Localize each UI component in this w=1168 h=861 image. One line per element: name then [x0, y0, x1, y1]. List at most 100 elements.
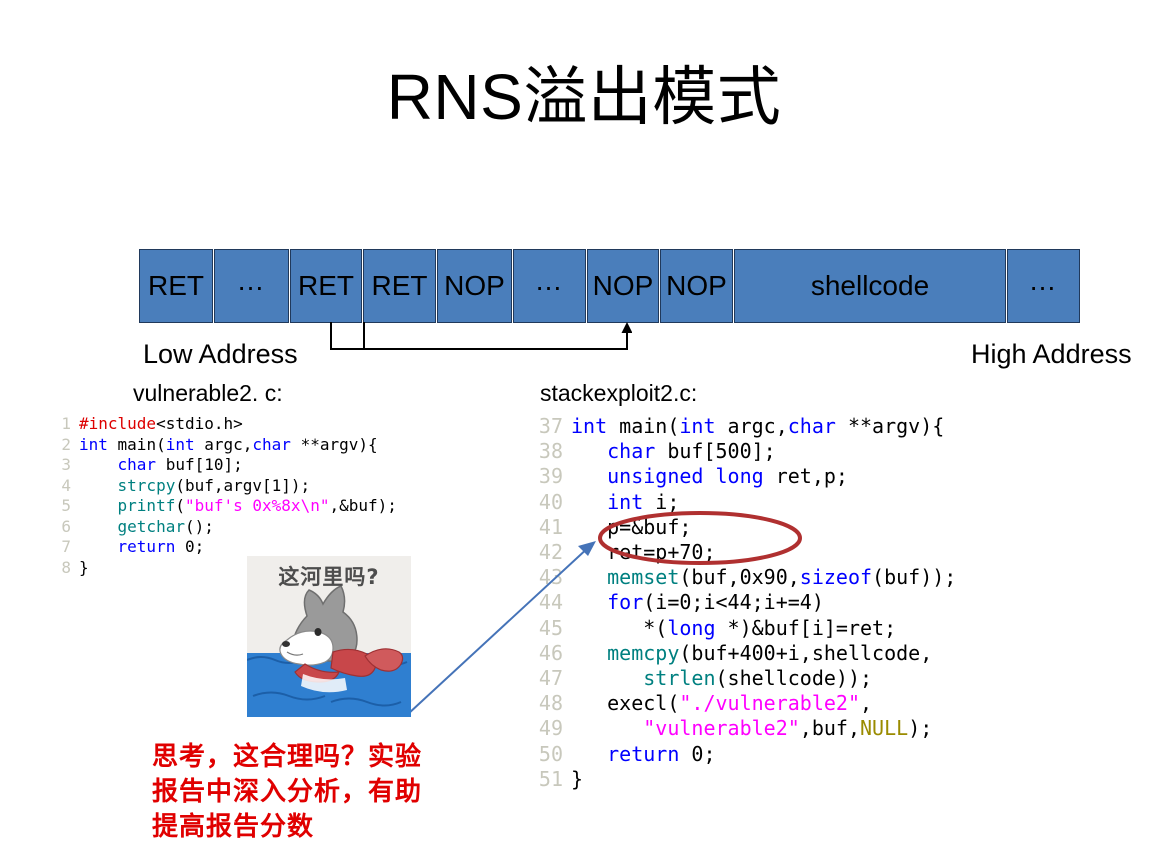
- red-annotation-line: 提高报告分数: [152, 812, 315, 842]
- code-token: sizeof: [799, 565, 873, 590]
- code-line: 3 char buf[10];: [57, 455, 397, 476]
- ret-to-nop-connector: [330, 322, 632, 350]
- code-line-number: 5: [61, 496, 71, 515]
- code-token: (buf+400+i,shellcode,: [679, 640, 933, 665]
- code-token: argc,: [194, 434, 253, 454]
- code-token: buf[10];: [156, 455, 243, 474]
- code-token: 0;: [175, 537, 205, 556]
- code-line-number: 7: [61, 537, 71, 556]
- code-token: "./vulnerable2": [679, 691, 860, 716]
- memory-cell-5: …: [513, 249, 586, 323]
- code-line-number: 3: [61, 455, 71, 474]
- code-token: *)&buf[i]=ret;: [715, 615, 897, 640]
- code-token: "vulnerable2": [643, 716, 800, 741]
- code-line: 2 int main(int argc,char **argv){: [57, 435, 397, 456]
- code-token: NULL: [860, 716, 909, 741]
- code-line-number: 46: [538, 640, 563, 665]
- memory-cell-label: RET: [371, 270, 428, 301]
- memory-cell-6: NOP: [587, 249, 659, 323]
- high-address-label: High Address: [971, 339, 1132, 369]
- code-line-number: 39: [538, 464, 563, 489]
- code-token: ,: [860, 691, 873, 716]
- code-token: ret,p;: [763, 464, 848, 489]
- code-token: (buf,0x90,: [679, 565, 800, 590]
- memory-cell-label: NOP: [592, 270, 654, 301]
- code-token: char: [787, 414, 836, 438]
- code-line-number: 50: [538, 741, 563, 766]
- code-line: 39 unsigned long ret,p;: [537, 464, 956, 489]
- code-line: 45 *(long *)&buf[i]=ret;: [537, 616, 956, 641]
- memory-cell-1: …: [214, 249, 289, 323]
- code-line: 5 printf("buf's 0x%8x\n",&buf);: [57, 496, 397, 517]
- code-token: (shellcode));: [715, 666, 873, 691]
- code-line: 40 int i;: [537, 490, 956, 515]
- code-line-number: 2: [61, 434, 71, 454]
- code-line: 47 strlen(shellcode));: [537, 666, 956, 691]
- code-token: 0;: [679, 741, 716, 766]
- code-token: }: [571, 766, 584, 791]
- code-line: 50 return 0;: [537, 742, 956, 767]
- code-line-number: 42: [538, 540, 563, 565]
- code-token: return: [607, 741, 680, 766]
- code-token: ,buf,: [799, 716, 861, 741]
- code-line-number: 44: [538, 590, 563, 615]
- code-line: 37 int main(int argc,char **argv){: [537, 414, 956, 439]
- code-line: 41 p=&buf;: [537, 515, 956, 540]
- red-annotation-line: 思考，这合理吗？实验: [152, 742, 423, 772]
- vulnerable2-file-caption: vulnerable2. c:: [133, 380, 283, 406]
- code-token: memcpy: [607, 640, 680, 665]
- code-line-number: 41: [538, 514, 563, 539]
- vulnerable2-code-listing: 1 #include<stdio.h> 2 int main(int argc,cha…: [57, 414, 397, 578]
- code-token: int: [679, 414, 716, 438]
- code-line-number: 6: [61, 516, 71, 536]
- code-line-number: 38: [538, 439, 563, 464]
- code-line: 48 execl("./vulnerable2",: [537, 691, 956, 716]
- code-token: char: [607, 439, 656, 464]
- code-line: 49 "vulnerable2",buf,NULL);: [537, 716, 956, 741]
- code-token: strlen: [643, 666, 716, 691]
- code-token: (buf));: [872, 565, 957, 590]
- code-token: i;: [643, 489, 680, 514]
- memory-cell-0: RET: [139, 249, 213, 323]
- code-token: ret=p+70;: [571, 540, 716, 565]
- memory-cell-label: …: [1028, 265, 1059, 296]
- code-token: char: [252, 434, 291, 454]
- memory-cell-4: NOP: [437, 249, 512, 323]
- code-line-number: 45: [538, 615, 563, 640]
- memory-cell-label: shellcode: [810, 270, 930, 301]
- memory-cell-label: NOP: [666, 270, 727, 301]
- code-token: *(: [571, 615, 668, 640]
- code-line: 46 memcpy(buf+400+i,shellcode,: [537, 641, 956, 666]
- memory-cell-7: NOP: [660, 249, 733, 323]
- code-token: ,&buf);: [329, 496, 397, 515]
- code-token: main(: [107, 434, 166, 454]
- stackexploit2-file-caption: stackexploit2.c:: [540, 380, 698, 406]
- code-line-number: 47: [538, 666, 563, 691]
- code-line: 7 return 0;: [57, 537, 397, 558]
- code-token: memset: [607, 565, 680, 590]
- code-line-number: 51: [538, 766, 563, 791]
- code-token: main(: [607, 414, 680, 438]
- code-token: argc,: [715, 414, 788, 438]
- code-line-number: 8: [61, 557, 71, 577]
- code-token: (: [175, 496, 185, 515]
- memory-cell-3: RET: [363, 249, 436, 323]
- code-token: int: [165, 434, 195, 454]
- stackexploit2-code-listing: 37 int main(int argc,char **argv){38 char…: [537, 414, 956, 792]
- code-token: buf[500];: [655, 439, 776, 464]
- memory-cell-8: shellcode: [734, 249, 1006, 323]
- code-line: 51}: [537, 767, 956, 792]
- low-address-label: Low Address: [143, 339, 298, 369]
- code-token: );: [908, 716, 933, 741]
- code-token: strcpy: [117, 475, 176, 495]
